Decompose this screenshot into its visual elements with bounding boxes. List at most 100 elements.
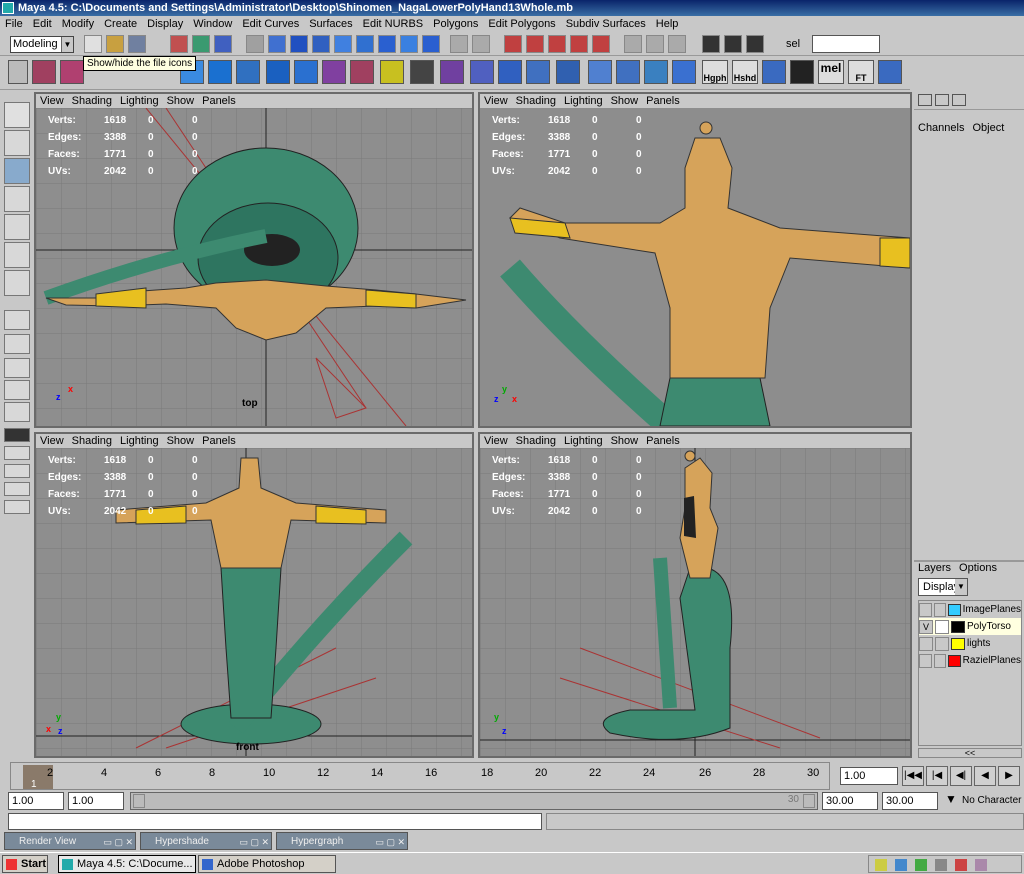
menu-window[interactable]: Window xyxy=(188,18,237,30)
layout-option-icon[interactable] xyxy=(4,464,30,478)
scale-tool-icon[interactable] xyxy=(4,214,30,240)
layout-option-2-icon[interactable] xyxy=(4,482,30,496)
tray-device-icon[interactable] xyxy=(935,859,947,871)
joint-tool-icon[interactable] xyxy=(322,60,346,84)
panel-menu-view[interactable]: View xyxy=(480,435,512,447)
channel-box-layout-2-icon[interactable] xyxy=(935,94,950,106)
panel-menu-shading[interactable]: Shading xyxy=(68,95,116,107)
play-forwards-icon[interactable]: ▶ xyxy=(998,766,1020,786)
hypergraph-shelf-button[interactable]: Hgph xyxy=(702,60,728,84)
planar-icon[interactable] xyxy=(526,60,550,84)
menu-file[interactable]: File xyxy=(0,18,28,30)
cv-curve-icon[interactable] xyxy=(32,60,56,84)
panel-menu-view[interactable]: View xyxy=(480,95,512,107)
make-live-icon[interactable] xyxy=(592,35,610,53)
poly-append-icon[interactable] xyxy=(672,60,696,84)
panel-menu-show[interactable]: Show xyxy=(163,435,199,447)
layer-visibility-toggle[interactable] xyxy=(919,602,932,617)
select-hierarchy-icon[interactable] xyxy=(170,35,188,53)
channel-box-layout-icon[interactable] xyxy=(918,94,932,106)
camera-icon[interactable] xyxy=(410,60,434,84)
layer-visibility-toggle[interactable] xyxy=(919,636,933,651)
menu-help[interactable]: Help xyxy=(651,18,684,30)
menu-create[interactable]: Create xyxy=(99,18,142,30)
save-scene-icon[interactable] xyxy=(128,35,146,53)
light-icon[interactable] xyxy=(380,60,404,84)
snap-grid-icon[interactable] xyxy=(504,35,522,53)
ep-curve-icon[interactable] xyxy=(60,60,84,84)
panel-menu-shading[interactable]: Shading xyxy=(512,435,560,447)
single-pane-layout-icon[interactable] xyxy=(4,310,30,330)
layer-display-select[interactable]: Display ▼ xyxy=(918,578,968,596)
layer-color-swatch[interactable] xyxy=(948,654,961,667)
play-backwards-icon[interactable]: ◀ xyxy=(974,766,996,786)
ipr-render-icon[interactable] xyxy=(724,35,742,53)
minimized-render-view[interactable]: Render View ▭ ▢ ✕ xyxy=(4,832,136,850)
tray-security-icon[interactable] xyxy=(955,859,967,871)
tray-network-icon[interactable] xyxy=(895,859,907,871)
animation-start-field[interactable]: 1.00 xyxy=(8,792,64,810)
panel-menu-view[interactable]: View xyxy=(36,435,68,447)
menu-edit[interactable]: Edit xyxy=(28,18,57,30)
panel-menu-panels[interactable]: Panels xyxy=(642,435,684,447)
graph-layout-icon[interactable] xyxy=(4,402,30,422)
snap-point-icon[interactable] xyxy=(548,35,566,53)
particles-icon[interactable] xyxy=(440,60,464,84)
poly-extrude-icon[interactable] xyxy=(616,60,640,84)
channels-menu[interactable]: Channels xyxy=(914,120,968,136)
panel-menu-show[interactable]: Show xyxy=(163,95,199,107)
four-pane-layout-icon[interactable] xyxy=(4,334,30,354)
menu-edit-nurbs[interactable]: Edit NURBS xyxy=(358,18,429,30)
range-start-handle[interactable] xyxy=(133,794,145,808)
menu-display[interactable]: Display xyxy=(142,18,188,30)
layer-options-menu[interactable]: Options xyxy=(955,560,1001,576)
snap-curve-icon[interactable] xyxy=(526,35,544,53)
channel-box-layout-3-icon[interactable] xyxy=(952,94,967,106)
panel-menu-shading[interactable]: Shading xyxy=(68,435,116,447)
last-tool-icon[interactable] xyxy=(4,270,30,296)
hypershade-shelf-button[interactable]: Hshd xyxy=(732,60,758,84)
poly-split-icon[interactable] xyxy=(588,60,612,84)
panel-menu-lighting[interactable]: Lighting xyxy=(560,95,607,107)
panel-menu-lighting[interactable]: Lighting xyxy=(116,435,163,447)
panel-menu-show[interactable]: Show xyxy=(607,435,643,447)
mask-menu-icon[interactable] xyxy=(246,35,264,53)
task-photoshop[interactable]: Adobe Photoshop xyxy=(198,855,336,873)
panel-menu-panels[interactable]: Panels xyxy=(198,435,240,447)
two-pane-layout-icon[interactable] xyxy=(4,358,30,378)
ik-handle-icon[interactable] xyxy=(350,60,374,84)
top-viewport[interactable]: View Shading Lighting Show Panels Verts: 1618… xyxy=(34,92,474,428)
hypershade-layout-icon[interactable] xyxy=(4,428,30,442)
panel-menu-show[interactable]: Show xyxy=(607,95,643,107)
lock-selection-icon[interactable] xyxy=(450,35,468,53)
layer-color-swatch[interactable] xyxy=(948,603,961,616)
layer-template-toggle[interactable] xyxy=(933,602,947,617)
select-rendering-icon[interactable] xyxy=(400,35,418,53)
menu-modify[interactable]: Modify xyxy=(57,18,99,30)
select-deformations-icon[interactable] xyxy=(356,35,374,53)
playback-end-field[interactable]: 30.00 xyxy=(822,792,878,810)
layer-row[interactable]: RazielPlanes xyxy=(919,652,1021,669)
layers-menu[interactable]: Layers xyxy=(914,560,955,576)
select-dynamics-icon[interactable] xyxy=(378,35,396,53)
menu-surfaces[interactable]: Surfaces xyxy=(304,18,357,30)
step-back-key-icon[interactable]: |◀ xyxy=(926,766,948,786)
construction-history-icon[interactable] xyxy=(668,35,686,53)
snap-view-plane-icon[interactable] xyxy=(570,35,588,53)
time-ruler[interactable]: 1 2 4 6 8 10 12 14 16 18 20 22 24 26 28 … xyxy=(10,762,830,790)
sel-input[interactable] xyxy=(812,35,880,53)
start-button[interactable]: Start xyxy=(2,855,48,873)
tray-app-icon[interactable] xyxy=(875,859,887,871)
select-joints-icon[interactable] xyxy=(290,35,308,53)
layer-row[interactable]: ImagePlanes xyxy=(919,601,1021,618)
nurbs-cube-icon[interactable] xyxy=(266,60,290,84)
lasso-tool-icon[interactable] xyxy=(4,130,30,156)
select-misc-icon[interactable] xyxy=(422,35,440,53)
layer-color-swatch[interactable] xyxy=(951,620,965,633)
new-scene-icon[interactable] xyxy=(84,35,102,53)
panel-menu-panels[interactable]: Panels xyxy=(642,95,684,107)
highlight-selection-icon[interactable] xyxy=(472,35,490,53)
range-end-handle[interactable] xyxy=(803,794,815,808)
persp-viewport[interactable]: View Shading Lighting Show Panels Verts: 1618… xyxy=(478,92,912,428)
current-time-field[interactable]: 1.00 xyxy=(840,767,898,785)
